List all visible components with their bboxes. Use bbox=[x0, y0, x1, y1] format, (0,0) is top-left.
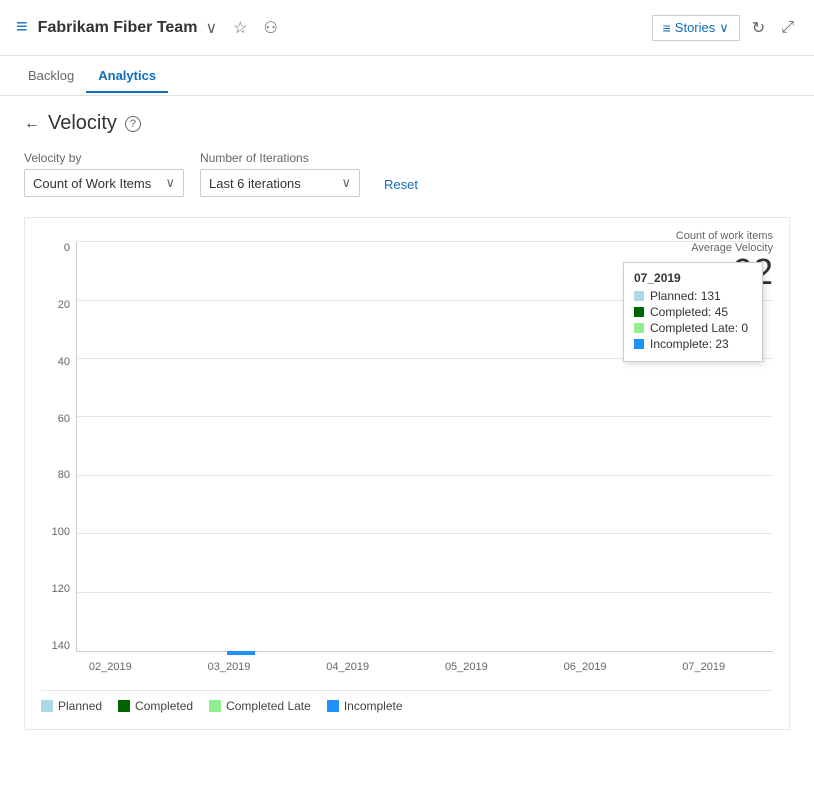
legend-planned-color bbox=[41, 700, 53, 712]
x-label-07-2019: 07_2019 bbox=[644, 661, 763, 673]
tab-backlog[interactable]: Backlog bbox=[16, 60, 86, 93]
iterations-filter: Number of Iterations Last 6 iterations ∨ bbox=[200, 151, 360, 197]
legend-incomplete-color bbox=[327, 700, 339, 712]
y-label-140: 140 bbox=[41, 640, 76, 652]
app-logo-icon: ≡ bbox=[16, 16, 28, 39]
velocity-by-value: Count of Work Items bbox=[33, 176, 151, 191]
app-header: ≡ Fabrikam Fiber Team ∨ ☆ ⚇ ≡ Stories ∨ … bbox=[0, 0, 814, 56]
y-label-120: 120 bbox=[41, 583, 76, 595]
tooltip-incomplete: Incomplete: 23 bbox=[634, 337, 752, 351]
bar-tooltip: 07_2019 Planned: 131 Completed: 45 Compl… bbox=[623, 262, 763, 362]
team-name: Fabrikam Fiber Team bbox=[38, 19, 198, 37]
team-members-icon[interactable]: ⚇ bbox=[260, 16, 282, 40]
chart-legend: Planned Completed Completed Late Incompl… bbox=[41, 690, 773, 713]
stories-button[interactable]: ≡ Stories ∨ bbox=[652, 15, 740, 41]
x-label-02-2019: 02_2019 bbox=[51, 661, 170, 673]
tooltip-completed-late: Completed Late: 0 bbox=[634, 321, 752, 335]
x-label-04-2019: 04_2019 bbox=[288, 661, 407, 673]
tooltip-completed-color bbox=[634, 307, 644, 317]
back-button[interactable]: ← bbox=[24, 115, 40, 133]
velocity-header: ← Velocity ? bbox=[24, 112, 790, 135]
x-labels: 02_2019 03_2019 04_2019 05_2019 06_2019 … bbox=[41, 652, 773, 682]
y-axis: 140 120 100 80 60 40 20 0 bbox=[41, 242, 76, 652]
page-content: ← Velocity ? Velocity by Count of Work I… bbox=[0, 96, 814, 746]
legend-completed-late-label: Completed Late bbox=[226, 699, 311, 713]
legend-incomplete-label: Incomplete bbox=[344, 699, 403, 713]
tab-analytics[interactable]: Analytics bbox=[86, 60, 168, 93]
tooltip-completed-late-color bbox=[634, 323, 644, 333]
legend-completed-color bbox=[118, 700, 130, 712]
tooltip-completed: Completed: 45 bbox=[634, 305, 752, 319]
team-chevron-icon[interactable]: ∨ bbox=[201, 16, 221, 40]
tooltip-completed-label: Completed: 45 bbox=[650, 305, 728, 319]
y-label-40: 40 bbox=[41, 356, 76, 368]
nav-tabs: Backlog Analytics bbox=[0, 56, 814, 96]
velocity-by-filter: Velocity by Count of Work Items ∨ bbox=[24, 151, 184, 197]
header-right: ≡ Stories ∨ ↻ ⤢ bbox=[652, 14, 798, 42]
filters-bar: Velocity by Count of Work Items ∨ Number… bbox=[24, 151, 790, 197]
chart-inner: 07_2019 Planned: 131 Completed: 45 Compl… bbox=[76, 242, 773, 652]
velocity-by-chevron-icon: ∨ bbox=[165, 175, 175, 191]
expand-icon[interactable]: ⤢ bbox=[777, 15, 798, 41]
legend-completed-late: Completed Late bbox=[209, 699, 311, 713]
x-label-05-2019: 05_2019 bbox=[407, 661, 526, 673]
stories-label: Stories bbox=[675, 20, 715, 35]
velocity-by-label: Velocity by bbox=[24, 151, 184, 165]
chart-container: 140 120 100 80 60 40 20 0 bbox=[41, 242, 773, 682]
iterations-label: Number of Iterations bbox=[200, 151, 360, 165]
tooltip-planned-color bbox=[634, 291, 644, 301]
y-label-100: 100 bbox=[41, 526, 76, 538]
stories-chevron-icon: ∨ bbox=[719, 20, 729, 36]
y-label-0: 0 bbox=[41, 242, 76, 254]
header-controls: ∨ ☆ ⚇ bbox=[201, 16, 281, 40]
favorite-star-icon[interactable]: ☆ bbox=[229, 16, 251, 40]
tooltip-planned: Planned: 131 bbox=[634, 289, 752, 303]
iterations-select[interactable]: Last 6 iterations ∨ bbox=[200, 169, 360, 197]
tooltip-title: 07_2019 bbox=[634, 271, 752, 285]
refresh-icon[interactable]: ↻ bbox=[748, 14, 769, 42]
reset-button[interactable]: Reset bbox=[376, 172, 426, 197]
legend-planned: Planned bbox=[41, 699, 102, 713]
y-label-80: 80 bbox=[41, 469, 76, 481]
x-label-03-2019: 03_2019 bbox=[170, 661, 289, 673]
page-title: Velocity bbox=[48, 112, 117, 135]
legend-completed: Completed bbox=[118, 699, 193, 713]
y-label-20: 20 bbox=[41, 299, 76, 311]
velocity-by-select[interactable]: Count of Work Items ∨ bbox=[24, 169, 184, 197]
x-label-06-2019: 06_2019 bbox=[526, 661, 645, 673]
tooltip-planned-label: Planned: 131 bbox=[650, 289, 721, 303]
tooltip-incomplete-label: Incomplete: 23 bbox=[650, 337, 729, 351]
tooltip-incomplete-color bbox=[634, 339, 644, 349]
legend-incomplete: Incomplete bbox=[327, 699, 403, 713]
chart-area: Count of work items Average Velocity 92 … bbox=[24, 217, 790, 730]
tooltip-completed-late-label: Completed Late: 0 bbox=[650, 321, 748, 335]
iterations-chevron-icon: ∨ bbox=[341, 175, 351, 191]
help-icon[interactable]: ? bbox=[125, 116, 141, 132]
legend-completed-late-color bbox=[209, 700, 221, 712]
legend-planned-label: Planned bbox=[58, 699, 102, 713]
y-label-60: 60 bbox=[41, 413, 76, 425]
legend-completed-label: Completed bbox=[135, 699, 193, 713]
iterations-value: Last 6 iterations bbox=[209, 176, 301, 191]
